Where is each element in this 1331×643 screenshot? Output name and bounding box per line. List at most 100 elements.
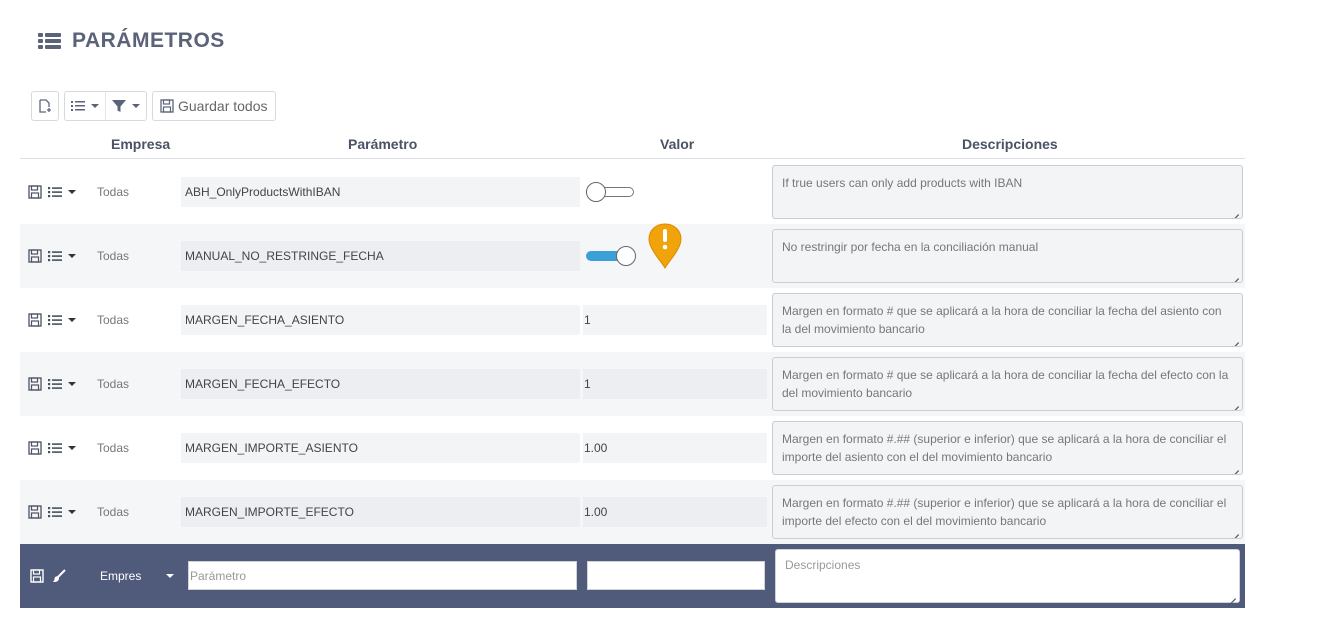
descripcion-text: No restringir por fecha en la conciliaci… [782, 240, 1039, 254]
save-all-button[interactable]: Guardar todos [152, 91, 276, 121]
save-row-button[interactable] [28, 377, 42, 391]
empresa-value: Todas [97, 185, 130, 199]
new-row-actions [30, 544, 66, 608]
parametro-input[interactable]: MARGEN_IMPORTE_ASIENTO [181, 433, 580, 463]
parametro-input[interactable]: MANUAL_NO_RESTRINGE_FECHA [181, 241, 580, 271]
chevron-down-icon [132, 104, 140, 108]
new-document-icon [39, 99, 51, 113]
list-icon [48, 315, 62, 326]
new-row-empresa-value: Empres [100, 569, 142, 583]
valor-toggle[interactable] [586, 182, 636, 202]
row-actions [28, 160, 76, 224]
save-row-button[interactable] [30, 569, 44, 583]
new-record-button[interactable] [31, 91, 59, 121]
empresa-value: Todas [97, 377, 130, 391]
toolbar: Guardar todos [31, 91, 276, 121]
empresa-value: Todas [97, 313, 130, 327]
list-icon [48, 379, 62, 390]
save-row-button[interactable] [28, 441, 42, 455]
resize-handle-icon[interactable] [1231, 463, 1239, 471]
column-header-descripciones[interactable]: Descripciones [962, 136, 1058, 152]
valor-input[interactable]: 1 [583, 369, 767, 399]
valor-input[interactable]: 1.00 [583, 433, 767, 463]
list-view-dropdown[interactable] [65, 92, 105, 120]
chevron-down-icon [68, 510, 76, 514]
descripcion-textarea[interactable]: Margen en formato # que se aplicará a la… [772, 357, 1243, 411]
table-header: Empresa Parámetro Valor Descripciones [20, 130, 1245, 159]
resize-handle-icon[interactable] [1231, 335, 1239, 343]
resize-handle-icon[interactable] [1231, 207, 1239, 215]
list-view-icon [71, 101, 85, 111]
row-menu-button[interactable] [48, 377, 76, 391]
save-row-button[interactable] [28, 249, 42, 263]
save-row-button[interactable] [28, 313, 42, 327]
valor-input[interactable]: 1.00 [583, 497, 767, 527]
row-actions [28, 288, 76, 352]
chevron-down-icon [68, 190, 76, 194]
descripcion-text: If true users can only add products with… [782, 176, 1023, 190]
descripcion-text: Margen en formato #.## (superior e infer… [782, 432, 1227, 464]
descripcion-text: Margen en formato # que se aplicará a la… [782, 368, 1229, 400]
row-menu-button[interactable] [48, 313, 76, 327]
save-icon [28, 249, 42, 263]
descripcion-textarea[interactable]: If true users can only add products with… [772, 165, 1243, 219]
chevron-down-icon [166, 574, 174, 578]
page-title-text: PARÁMETROS [72, 29, 225, 52]
table-row: Todas MANUAL_NO_RESTRINGE_FECHA No restr… [20, 224, 1245, 288]
resize-handle-icon[interactable] [1231, 527, 1239, 535]
column-header-parametro[interactable]: Parámetro [348, 136, 417, 152]
new-parameter-row: Empres Parámetro Descripciones [20, 544, 1245, 608]
row-actions [28, 224, 76, 288]
empresa-value: Todas [97, 249, 130, 263]
descripcion-textarea[interactable]: Margen en formato # que se aplicará a la… [772, 293, 1243, 347]
parametro-input[interactable]: ABH_OnlyProductsWithIBAN [181, 177, 580, 207]
new-row-descripcion-placeholder: Descripciones [785, 558, 861, 572]
save-row-button[interactable] [28, 185, 42, 199]
resize-handle-icon[interactable] [1231, 399, 1239, 407]
warning-pin-icon[interactable] [646, 222, 684, 270]
table-row: Todas MARGEN_FECHA_ASIENTO 1 Margen en f… [20, 288, 1245, 352]
new-row-descripcion-textarea[interactable]: Descripciones [775, 549, 1240, 603]
descripcion-textarea[interactable]: No restringir por fecha en la conciliaci… [772, 229, 1243, 283]
filter-icon [112, 100, 126, 112]
list-icon [48, 507, 62, 518]
row-menu-button[interactable] [48, 249, 76, 263]
row-menu-button[interactable] [48, 441, 76, 455]
parametro-input[interactable]: MARGEN_FECHA_ASIENTO [181, 305, 580, 335]
valor-toggle[interactable] [586, 246, 636, 266]
valor-input[interactable]: 1 [583, 305, 767, 335]
new-row-valor-input[interactable] [587, 561, 765, 590]
descripcion-text: Margen en formato #.## (superior e infer… [782, 496, 1227, 528]
column-header-empresa[interactable]: Empresa [111, 136, 170, 152]
new-row-empresa-select[interactable]: Empres [100, 544, 174, 608]
resize-handle-icon[interactable] [1228, 591, 1236, 599]
parametro-input[interactable]: MARGEN_IMPORTE_EFECTO [181, 497, 580, 527]
descripcion-textarea[interactable]: Margen en formato #.## (superior e infer… [772, 421, 1243, 475]
row-menu-button[interactable] [48, 185, 76, 199]
descripcion-textarea[interactable]: Margen en formato #.## (superior e infer… [772, 485, 1243, 539]
table-row: Todas MARGEN_FECHA_EFECTO 1 Margen en fo… [20, 352, 1245, 416]
row-menu-button[interactable] [48, 505, 76, 519]
chevron-down-icon [68, 382, 76, 386]
table-row: Todas MARGEN_IMPORTE_ASIENTO 1.00 Margen… [20, 416, 1245, 480]
save-icon [28, 505, 42, 519]
parametro-input[interactable]: MARGEN_FECHA_EFECTO [181, 369, 580, 399]
save-icon [28, 441, 42, 455]
new-row-parametro-input[interactable]: Parámetro [188, 561, 577, 590]
table-row: Todas ABH_OnlyProductsWithIBAN If true u… [20, 160, 1245, 224]
save-icon [160, 99, 174, 113]
chevron-down-icon [68, 254, 76, 258]
save-icon [30, 569, 44, 583]
save-icon [28, 313, 42, 327]
save-all-label: Guardar todos [178, 98, 268, 114]
list-icon [48, 187, 62, 198]
clear-row-button[interactable] [52, 569, 66, 583]
filter-dropdown[interactable] [105, 92, 146, 120]
brush-icon [52, 569, 66, 583]
resize-handle-icon[interactable] [1231, 271, 1239, 279]
save-icon [28, 185, 42, 199]
descripcion-text: Margen en formato # que se aplicará a la… [782, 304, 1222, 336]
save-row-button[interactable] [28, 505, 42, 519]
chevron-down-icon [68, 318, 76, 322]
column-header-valor[interactable]: Valor [660, 136, 694, 152]
